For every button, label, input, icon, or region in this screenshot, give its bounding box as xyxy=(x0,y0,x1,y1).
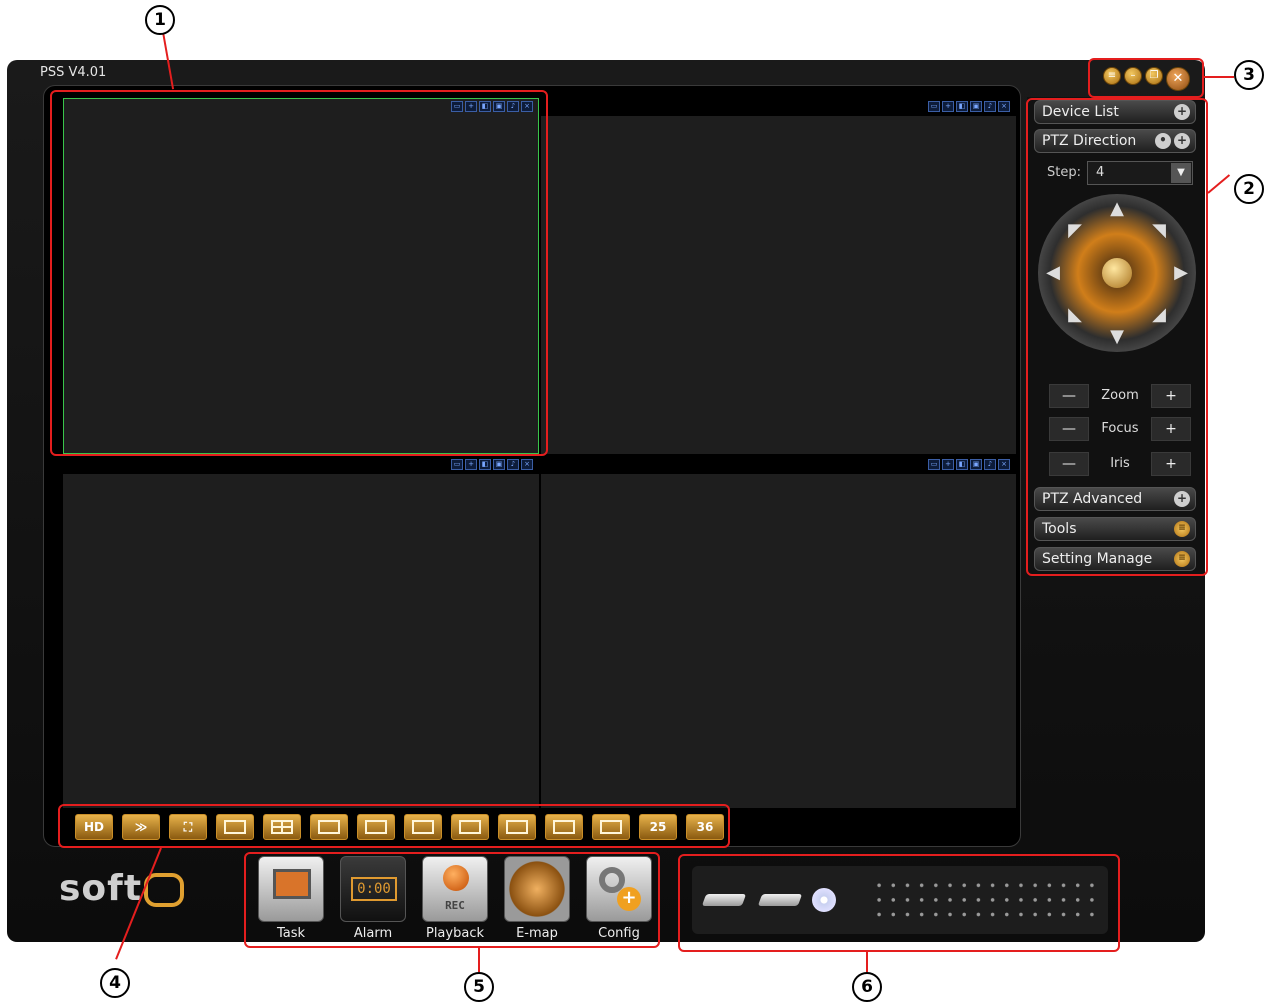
app-title: PSS V4.01 xyxy=(40,65,107,80)
cell-toolbar: ▭ + ◧ ▣ ♪ × xyxy=(541,98,1016,116)
cell-toolbar: ▭ + ◧ ▣ ♪ × xyxy=(541,456,1016,474)
grid-icon[interactable]: + xyxy=(942,459,954,470)
callout-box-5 xyxy=(244,852,660,948)
snapshot-icon[interactable]: ▭ xyxy=(451,459,463,470)
snapshot-icon[interactable]: ▭ xyxy=(928,459,940,470)
close-cell-icon[interactable]: × xyxy=(521,459,533,470)
callout-box-3 xyxy=(1088,58,1204,98)
callout-number-3: 3 xyxy=(1234,60,1264,90)
grid-icon[interactable]: + xyxy=(465,459,477,470)
callout-box-1 xyxy=(50,90,548,456)
callout-number-2: 2 xyxy=(1234,174,1264,204)
window-icon[interactable]: ▣ xyxy=(970,459,982,470)
callout-line-2 xyxy=(1207,174,1231,194)
callout-box-4 xyxy=(58,804,730,848)
screenshot-root: PSS V4.01 ≡ – ❐ ✕ ▭ + ◧ ▣ ♪ × ▭ + ◧ ▣ ♪ × ▭ + ◧ ▣ ♪ × xyxy=(0,0,1271,1008)
audio-icon[interactable]: ♪ xyxy=(984,101,996,112)
record-icon[interactable]: ◧ xyxy=(956,459,968,470)
callout-number-4: 4 xyxy=(100,968,130,998)
callout-line-6 xyxy=(866,952,868,972)
close-cell-icon[interactable]: × xyxy=(998,459,1010,470)
record-icon[interactable]: ◧ xyxy=(479,459,491,470)
audio-icon[interactable]: ♪ xyxy=(507,459,519,470)
logo-text: soft xyxy=(59,868,143,909)
callout-number-6: 6 xyxy=(852,972,882,1002)
callout-number-1: 1 xyxy=(145,5,175,35)
window-icon[interactable]: ▣ xyxy=(970,101,982,112)
callout-line-3 xyxy=(1204,76,1234,78)
callout-box-6 xyxy=(678,854,1120,952)
video-cell-2[interactable]: ▭ + ◧ ▣ ♪ × xyxy=(541,98,1016,454)
video-cell-4[interactable]: ▭ + ◧ ▣ ♪ × xyxy=(541,456,1016,808)
logo-badge-icon xyxy=(144,873,185,907)
callout-line-5 xyxy=(478,948,480,972)
logo: soft xyxy=(59,868,185,909)
close-cell-icon[interactable]: × xyxy=(998,101,1010,112)
audio-icon[interactable]: ♪ xyxy=(984,459,996,470)
callout-number-5: 5 xyxy=(464,972,494,1002)
window-icon[interactable]: ▣ xyxy=(493,459,505,470)
snapshot-icon[interactable]: ▭ xyxy=(928,101,940,112)
grid-icon[interactable]: + xyxy=(942,101,954,112)
cell-toolbar: ▭ + ◧ ▣ ♪ × xyxy=(63,456,539,474)
callout-box-2 xyxy=(1026,98,1208,576)
record-icon[interactable]: ◧ xyxy=(956,101,968,112)
video-cell-3[interactable]: ▭ + ◧ ▣ ♪ × xyxy=(63,456,539,808)
